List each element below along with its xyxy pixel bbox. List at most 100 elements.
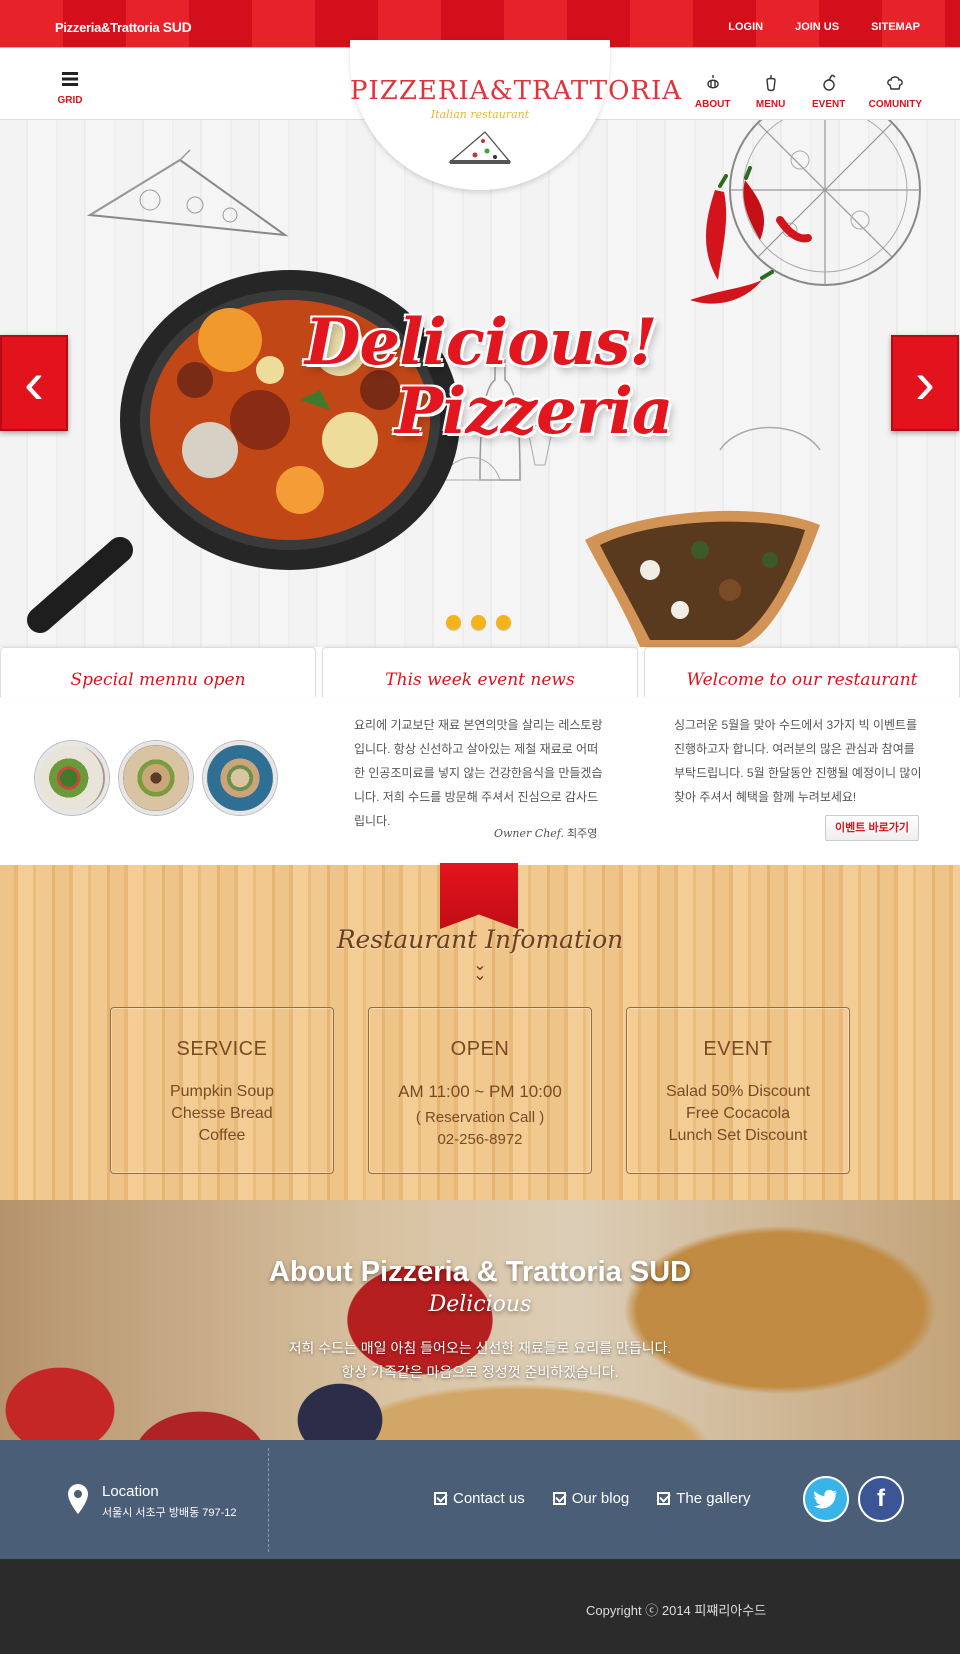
about-line-1: 저희 수드는 매일 아침 들어오는 신선한 재료들로 요리를 만듭니다. [288, 1340, 672, 1356]
twitter-button[interactable] [803, 1476, 849, 1522]
service-line-1: Pumpkin Soup [169, 1083, 275, 1100]
checkbox-icon [434, 1492, 447, 1505]
location-bar: Location 서울시 서초구 방배동 797-12 Contact us O… [0, 1440, 960, 1559]
slide-dot-2[interactable] [471, 615, 486, 630]
sign-name: 최주영 [567, 828, 598, 840]
open-reservation-label: ( Reservation Call ) [415, 1109, 545, 1126]
main-nav: ABOUT MENU EVENT COMUNITY [695, 74, 922, 112]
info-box-open: OPEN AM 11:00 ~ PM 10:00 ( Reservation C… [368, 1007, 592, 1174]
page: Pizzeria&Trattoria SUD LOGIN JOIN US SIT… [0, 0, 960, 1654]
nav-label-menu: MENU [755, 99, 786, 110]
event-line-3: Lunch Set Discount [668, 1127, 808, 1144]
open-phone[interactable]: 02-256-8972 [369, 1129, 591, 1151]
menu-thumbnail-pasta[interactable] [203, 741, 277, 815]
about-line-2: 항상 가족같은 마음으로 정성껏 준비하겠습니다. [341, 1364, 619, 1380]
nav-label-comunity: COMUNITY [868, 99, 922, 110]
facebook-f-icon: f [877, 1485, 885, 1512]
info-box-event: EVENT Salad 50% Discount Free Cocacola L… [626, 1007, 850, 1174]
nav-label-about: ABOUT [694, 99, 731, 110]
garlic-icon [695, 74, 731, 94]
hamburger-icon [62, 72, 78, 86]
restaurant-info-title: Restaurant Infomation [336, 925, 624, 954]
hero-next-button[interactable]: › [891, 335, 959, 431]
arrow-left-icon: ‹ [24, 349, 44, 416]
sign-role: Owner Chef. [494, 827, 564, 840]
sitemap-link[interactable]: SITEMAP [871, 21, 920, 33]
footer: Copyright ⓒ 2014 피쨰리아수드 [0, 1559, 960, 1654]
brand-suffix: SUD [162, 19, 192, 35]
contact-us-label: Contact us [453, 1490, 525, 1507]
hero-headline-line1: Delicious! [305, 305, 657, 380]
menu-thumbnail-pizza[interactable] [119, 741, 193, 815]
checkbox-icon [657, 1492, 671, 1505]
arrow-right-icon: › [915, 349, 935, 416]
restaurant-info-section: Restaurant Infomation ⌄ ⌄ SERVICE Pumpkin… [0, 863, 960, 1200]
nav-item-comunity[interactable]: COMUNITY [869, 74, 922, 112]
logo-title: PIZZERIA&TRATTORIA [350, 76, 683, 106]
open-hours: AM 11:00 ~ PM 10:00 [398, 1082, 562, 1101]
join-us-link[interactable]: JOIN US [795, 21, 839, 33]
hero-headline: Delicious! Pizzeria [305, 305, 673, 449]
event-title: EVENT [703, 1038, 773, 1060]
logo[interactable]: PIZZERIA&TRATTORIA Italian restaurant [350, 40, 683, 190]
chef-signature: Owner Chef. 최주영 [494, 825, 597, 841]
our-blog-label: Our blog [571, 1490, 630, 1507]
location-title: Location [102, 1483, 159, 1500]
gallery-link[interactable]: The gallery [657, 1490, 750, 1507]
event-shortcut-button[interactable]: 이벤트 바로가기 [825, 815, 919, 841]
pizza-slice-icon [448, 131, 512, 164]
info-box-service: SERVICE Pumpkin Soup Chesse Bread Coffee [110, 1007, 334, 1174]
hero-pagination [446, 615, 511, 630]
twitter-bird-icon [814, 1489, 837, 1509]
event-line-2: Free Cocacola [685, 1105, 791, 1122]
event-line-1: Salad 50% Discount [665, 1083, 811, 1100]
feature-panels: Special mennu open This week event news … [0, 647, 960, 865]
map-pin-icon [68, 1484, 88, 1514]
logo-subtitle: Italian restaurant [430, 108, 530, 121]
about-subtitle: Delicious [428, 1292, 532, 1317]
welcome-body: 싱그러운 5월을 맞아 수드에서 3가지 빅 이벤트를 진행하고자 합니다. 여… [674, 718, 922, 804]
tab-welcome[interactable]: Welcome to our restaurant [644, 647, 960, 697]
event-news-title: This week event news [385, 670, 575, 690]
site-brand[interactable]: Pizzeria&Trattoria SUD [55, 19, 192, 35]
slide-dot-1[interactable] [446, 615, 461, 630]
gallery-label: The gallery [676, 1490, 751, 1507]
about-banner: About Pizzeria & Trattoria SUD Delicious… [0, 1200, 960, 1440]
top-nav: LOGIN JOIN US SITEMAP [728, 21, 920, 33]
divider [268, 1448, 269, 1552]
event-news-body: 요리에 기교보단 재료 본연의맛을 살리는 레스토랑입니다. 항상 신선하고 살… [354, 718, 603, 828]
special-menu-title: Special mennu open [70, 670, 246, 690]
welcome-title: Welcome to our restaurant [686, 670, 918, 690]
nav-item-menu[interactable]: MENU [753, 74, 789, 112]
hero-banner: Delicious! Pizzeria [0, 120, 960, 647]
location-address: 서울시 서초구 방배동 797-12 [102, 1507, 237, 1519]
nav-item-about[interactable]: ABOUT [695, 74, 731, 112]
about-title: About Pizzeria & Trattoria SUD [268, 1256, 692, 1288]
brand-prefix: Pizzeria&Trattoria [55, 20, 163, 35]
our-blog-link[interactable]: Our blog [552, 1490, 630, 1507]
hero-prev-button[interactable]: ‹ [0, 335, 68, 431]
login-link[interactable]: LOGIN [728, 21, 763, 33]
pepper-icon [753, 74, 789, 94]
facebook-button[interactable]: f [858, 1476, 904, 1522]
service-line-2: Chesse Bread [171, 1105, 273, 1122]
tomato-icon [811, 74, 847, 94]
ribbon-bookmark [440, 863, 518, 929]
grid-menu-button[interactable]: GRID [52, 72, 88, 108]
footer-links: Contact us Our blog The gallery [434, 1490, 750, 1507]
tab-special-menu[interactable]: Special mennu open [0, 647, 316, 697]
contact-us-link[interactable]: Contact us [434, 1490, 525, 1507]
tab-event-news[interactable]: This week event news [322, 647, 638, 697]
open-title: OPEN [450, 1038, 510, 1060]
chef-hat-icon [869, 74, 922, 94]
checkbox-icon [552, 1492, 566, 1505]
grid-label: GRID [57, 95, 83, 106]
double-chevron-down-icon: ⌄ ⌄ [473, 957, 487, 984]
special-menu-thumbnails [35, 741, 277, 815]
slide-dot-3[interactable] [496, 615, 511, 630]
menu-thumbnail-salad[interactable] [35, 741, 109, 815]
hero-headline-line2: Pizzeria [395, 374, 673, 449]
nav-item-event[interactable]: EVENT [811, 74, 847, 112]
nav-label-event: EVENT [811, 99, 846, 110]
copyright-text: Copyright ⓒ 2014 피쨰리아수드 [586, 1603, 767, 1618]
